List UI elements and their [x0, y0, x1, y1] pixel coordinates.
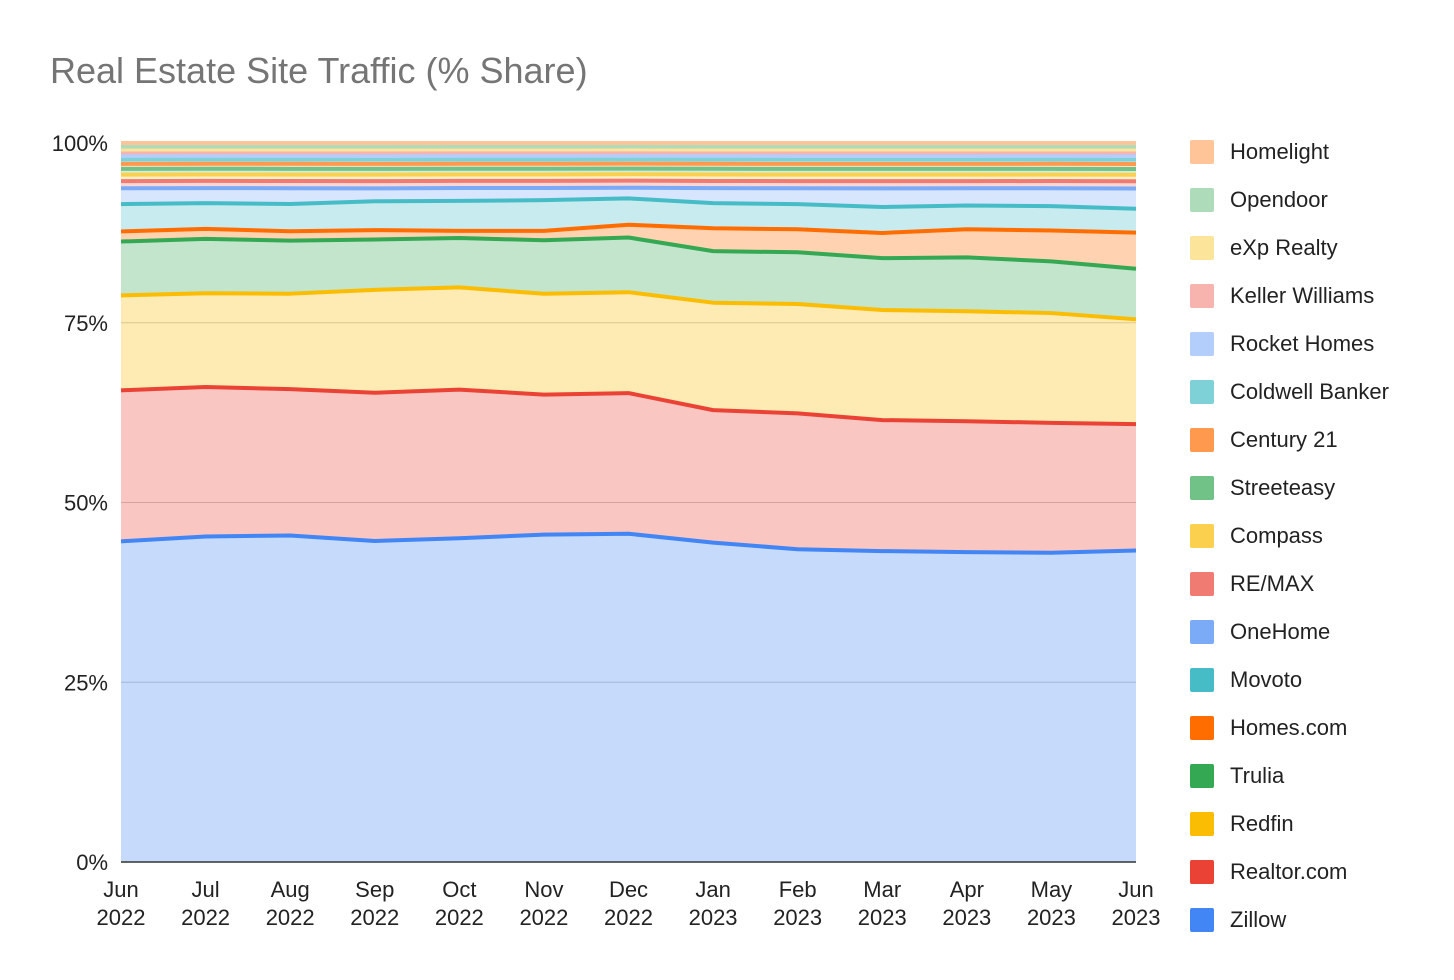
legend-swatch — [1190, 524, 1214, 548]
legend-item-homelight: Homelight — [1190, 128, 1389, 176]
area-zillow — [121, 533, 1136, 862]
y-tick-label: 25% — [64, 670, 108, 695]
legend: Homelight Opendoor eXp Realty Keller Willia… — [1190, 128, 1389, 944]
x-tick-year: 2023 — [689, 905, 738, 930]
legend-item-zillow: Zillow — [1190, 896, 1389, 944]
x-axis-ticks: Jun 2022 Jul 2022 Aug 2022 Sep 2022 Oct 2022 Nov 20… — [97, 877, 1161, 930]
legend-swatch — [1190, 860, 1214, 884]
legend-swatch — [1190, 284, 1214, 308]
legend-label: Keller Williams — [1230, 283, 1375, 308]
legend-item-rocket-homes: Rocket Homes — [1190, 320, 1389, 368]
legend-swatch — [1190, 572, 1214, 596]
legend-item-opendoor: Opendoor — [1190, 176, 1389, 224]
x-tick-year: 2022 — [604, 905, 653, 930]
x-tick-year: 2023 — [773, 905, 822, 930]
legend-item-compass: Compass — [1190, 512, 1389, 560]
legend-swatch — [1190, 476, 1214, 500]
legend-item-exp-realty: eXp Realty — [1190, 224, 1389, 272]
legend-item-realtor-com: Realtor.com — [1190, 848, 1389, 896]
legend-label: Coldwell Banker — [1230, 379, 1389, 404]
legend-item-movoto: Movoto — [1190, 656, 1389, 704]
legend-item-century-21: Century 21 — [1190, 416, 1389, 464]
legend-swatch — [1190, 236, 1214, 260]
legend-label: Redfin — [1230, 811, 1294, 836]
x-tick-year: 2022 — [266, 905, 315, 930]
legend-item-trulia: Trulia — [1190, 752, 1389, 800]
legend-label: eXp Realty — [1230, 235, 1338, 260]
x-tick-month: Aug — [271, 877, 310, 902]
legend-swatch — [1190, 812, 1214, 836]
legend-item-homes-com: Homes.com — [1190, 704, 1389, 752]
legend-label: Realtor.com — [1230, 859, 1348, 884]
x-tick-year: 2022 — [97, 905, 146, 930]
x-tick-month: Apr — [950, 877, 984, 902]
x-tick-year: 2022 — [519, 905, 568, 930]
y-axis-ticks: 0% 25% 50% 75% 100% — [52, 131, 108, 875]
x-tick-year: 2023 — [942, 905, 991, 930]
x-tick-month: Jan — [695, 877, 730, 902]
legend-swatch — [1190, 380, 1214, 404]
legend-label: Movoto — [1230, 667, 1303, 692]
legend-item-onehome: OneHome — [1190, 608, 1389, 656]
x-tick-month: May — [1031, 877, 1073, 902]
x-tick-month: Sep — [355, 877, 394, 902]
line-compass — [120, 172, 1137, 177]
legend-label: Compass — [1230, 523, 1323, 548]
x-tick-month: Nov — [524, 877, 563, 902]
legend-swatch — [1190, 428, 1214, 452]
legend-label: Trulia — [1230, 763, 1285, 788]
y-tick-label: 100% — [52, 131, 108, 156]
legend-swatch — [1190, 620, 1214, 644]
x-tick-year: 2022 — [350, 905, 399, 930]
legend-swatch — [1190, 332, 1214, 356]
legend-label: RE/MAX — [1230, 571, 1315, 596]
x-tick-month: Jun — [1118, 877, 1153, 902]
legend-label: Streeteasy — [1230, 475, 1336, 500]
legend-item-redfin: Redfin — [1190, 800, 1389, 848]
legend-label: Opendoor — [1230, 187, 1328, 212]
legend-label: Century 21 — [1230, 427, 1338, 452]
legend-item-re-max: RE/MAX — [1190, 560, 1389, 608]
area-layers — [121, 143, 1136, 862]
x-tick-month: Mar — [863, 877, 901, 902]
x-tick-year: 2023 — [1112, 905, 1161, 930]
x-tick-month: Jun — [103, 877, 138, 902]
legend-label: Rocket Homes — [1230, 331, 1375, 356]
legend-label: Homelight — [1230, 139, 1330, 164]
legend-swatch — [1190, 908, 1214, 932]
legend-swatch — [1190, 140, 1214, 164]
x-tick-year: 2022 — [435, 905, 484, 930]
x-tick-month: Feb — [779, 877, 817, 902]
x-tick-month: Dec — [609, 877, 648, 902]
y-tick-label: 75% — [64, 311, 108, 336]
legend-swatch — [1190, 668, 1214, 692]
legend-item-streeteasy: Streeteasy — [1190, 464, 1389, 512]
legend-item-keller-williams: Keller Williams — [1190, 272, 1389, 320]
legend-label: OneHome — [1230, 619, 1331, 644]
line-re-max — [120, 178, 1137, 184]
line-onehome — [120, 185, 1137, 191]
x-tick-year: 2023 — [858, 905, 907, 930]
legend-swatch — [1190, 764, 1214, 788]
legend-label: Zillow — [1230, 907, 1287, 932]
x-tick-year: 2022 — [181, 905, 230, 930]
legend-swatch — [1190, 716, 1214, 740]
legend-swatch — [1190, 188, 1214, 212]
y-tick-label: 0% — [76, 850, 108, 875]
legend-label: Homes.com — [1230, 715, 1348, 740]
x-tick-month: Oct — [442, 877, 476, 902]
y-tick-label: 50% — [64, 491, 108, 516]
x-tick-year: 2023 — [1027, 905, 1076, 930]
x-tick-month: Jul — [192, 877, 220, 902]
legend-item-coldwell-banker: Coldwell Banker — [1190, 368, 1389, 416]
